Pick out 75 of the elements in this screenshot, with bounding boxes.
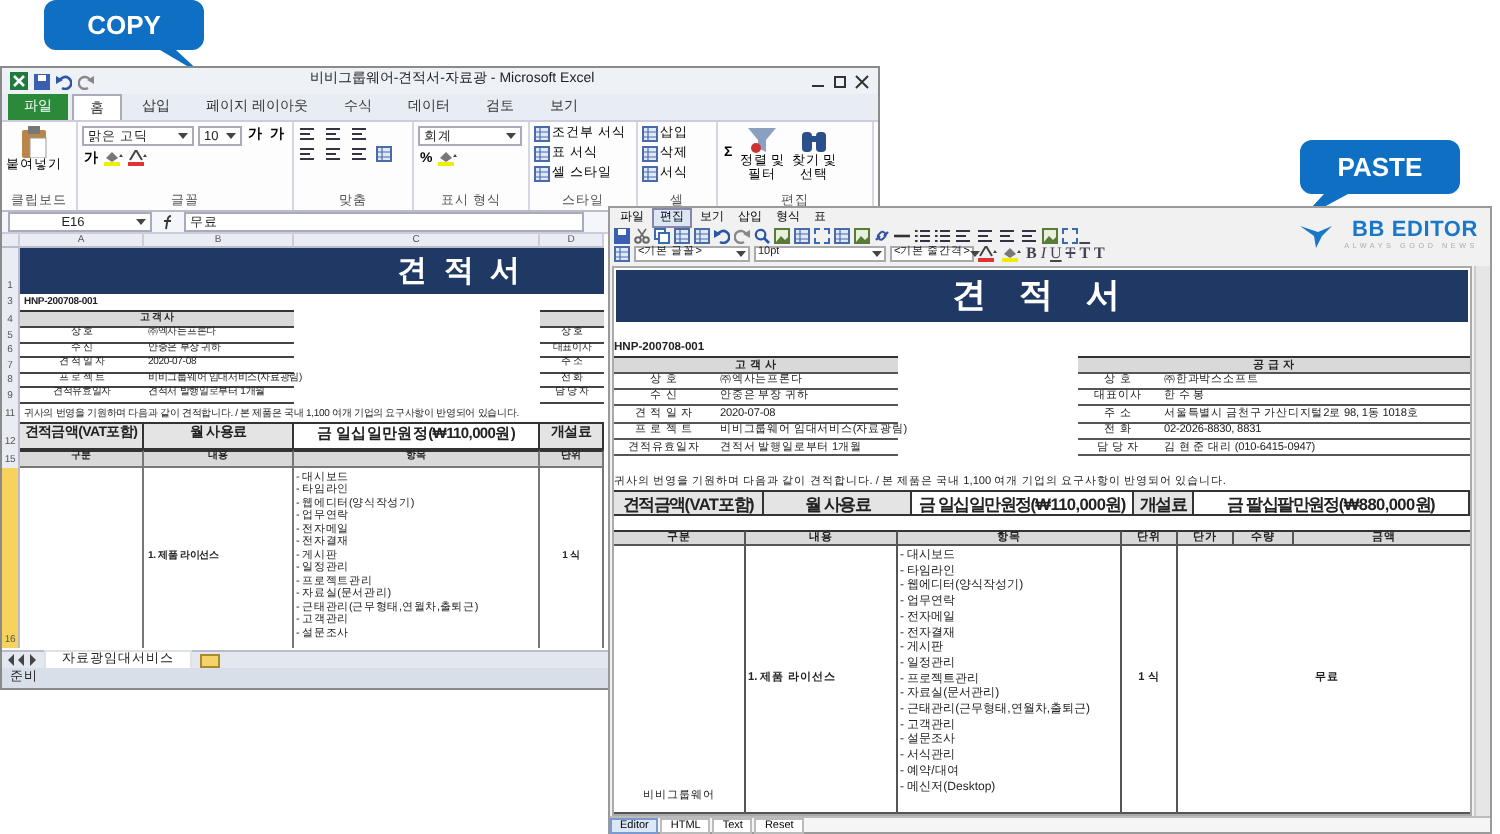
caret-icon: [178, 132, 188, 140]
amount-cell: 개설료: [1134, 492, 1194, 515]
copy-icon[interactable]: [654, 227, 670, 243]
function-icon[interactable]: [160, 214, 176, 230]
table-icon[interactable]: [694, 227, 710, 243]
redo-icon[interactable]: [78, 73, 94, 89]
search-icon[interactable]: [754, 227, 770, 243]
sheet-title: 견 적 서: [20, 248, 604, 294]
align-icon[interactable]: [298, 146, 316, 162]
caret-icon: [969, 249, 980, 257]
new-sheet-icon[interactable]: [200, 653, 220, 667]
binoculars-icon: [800, 126, 829, 154]
text-color-icon[interactable]: [978, 245, 998, 261]
logo-text: BB EDITOR: [1351, 220, 1478, 242]
align-icon[interactable]: [324, 146, 342, 162]
amount-cell: 금 팔십팔만원정(₩880,000원): [1193, 492, 1470, 515]
format-button[interactable]: U: [1050, 245, 1062, 261]
undo-icon[interactable]: [56, 73, 72, 89]
sheet-nav-arrows-icon[interactable]: [8, 654, 36, 666]
amount-cell: 월 사용료: [764, 492, 912, 515]
fullscreen-icon[interactable]: [814, 227, 830, 243]
image-icon[interactable]: [1042, 227, 1058, 243]
save-icon[interactable]: [34, 73, 50, 89]
align-icon[interactable]: [298, 126, 316, 142]
heading-cell: [540, 310, 604, 328]
table-icon: [642, 146, 658, 162]
list-icon[interactable]: [934, 227, 950, 243]
format-button[interactable]: T: [1065, 245, 1076, 261]
align-icon[interactable]: [976, 227, 994, 243]
scissors-icon[interactable]: [634, 227, 650, 243]
scrollbar[interactable]: [1474, 266, 1490, 816]
align-icon[interactable]: [998, 227, 1016, 243]
fullscreen-icon[interactable]: [1062, 227, 1078, 243]
redo-icon[interactable]: [734, 227, 750, 243]
format-button[interactable]: I: [1040, 245, 1047, 261]
funnel-icon: [748, 126, 777, 154]
align-icon[interactable]: [1020, 227, 1038, 243]
table-icon[interactable]: [834, 227, 850, 243]
close-icon[interactable]: [854, 73, 870, 89]
image-icon[interactable]: [854, 227, 870, 243]
clipboard-icon: [20, 126, 48, 158]
maximize-icon[interactable]: [832, 73, 848, 89]
document-title: 견 적 서: [616, 270, 1469, 321]
align-icon[interactable]: [350, 146, 368, 162]
caret-icon: [872, 249, 882, 257]
link-icon[interactable]: [874, 227, 890, 243]
caret-icon: [506, 132, 516, 140]
table-icon: [534, 166, 550, 182]
text-color-icon[interactable]: [128, 150, 148, 166]
list-icon[interactable]: [914, 227, 930, 243]
table-icon[interactable]: [614, 245, 630, 261]
save-icon[interactable]: [614, 227, 630, 243]
table-icon: [642, 126, 658, 142]
spreadsheet-logo-icon[interactable]: [10, 72, 28, 90]
table-icon[interactable]: [376, 146, 392, 162]
table-icon[interactable]: [674, 227, 690, 243]
align-icon[interactable]: [324, 126, 342, 142]
fill-color-icon[interactable]: [1002, 245, 1022, 261]
amount-cell: 견적금액(VAT포함): [614, 492, 765, 515]
align-icon[interactable]: [954, 227, 972, 243]
caret-icon: [226, 132, 236, 140]
align-icon[interactable]: [350, 126, 368, 142]
caret-icon: [136, 218, 146, 226]
table-icon: [534, 146, 550, 162]
format-button[interactable]: B: [1026, 245, 1037, 261]
image-icon[interactable]: [774, 227, 790, 243]
table-icon: [642, 166, 658, 182]
caret-icon: [736, 249, 746, 257]
format-button[interactable]: T: [1094, 245, 1105, 261]
table-icon[interactable]: [794, 227, 810, 243]
fill-color-icon[interactable]: [104, 150, 124, 166]
format-button[interactable]: T: [1079, 245, 1091, 261]
fill-color-icon[interactable]: [438, 150, 459, 166]
table-icon: [534, 126, 550, 142]
undo-icon[interactable]: [714, 227, 730, 243]
